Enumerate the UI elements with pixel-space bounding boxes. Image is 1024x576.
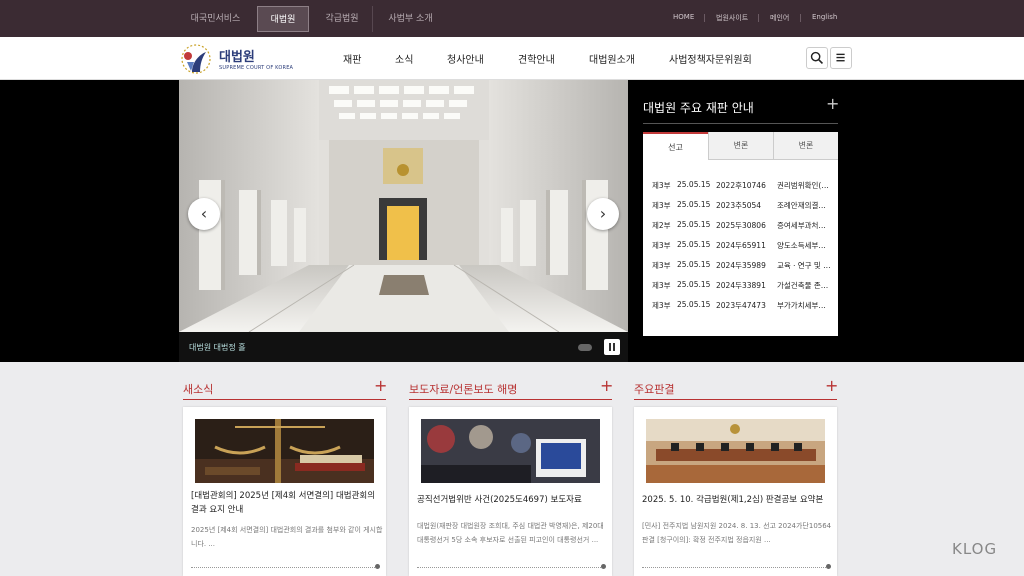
hamburger-icon: [836, 53, 845, 62]
divider: [643, 123, 838, 124]
divider: [642, 567, 830, 568]
press-heading[interactable]: 보도자료/언론보도 해명: [409, 381, 517, 397]
search-icon: [810, 51, 824, 65]
hero-photo: [179, 80, 628, 332]
slide-indicator[interactable]: [578, 344, 592, 351]
press-more-button[interactable]: +: [600, 376, 613, 395]
nav-policy-committee[interactable]: 사법정책자문위원회: [669, 51, 752, 66]
nav-trials[interactable]: 재판: [343, 51, 361, 66]
rulings-heading[interactable]: 주요판결: [634, 381, 674, 397]
court-hall-image: [179, 80, 628, 332]
divider: [409, 399, 612, 400]
divider: [704, 14, 705, 22]
courtroom-image: [646, 419, 825, 483]
home-link[interactable]: HOME: [673, 13, 694, 21]
menu-button[interactable]: [830, 47, 852, 69]
plus-icon: +: [374, 376, 388, 395]
search-button[interactable]: [806, 47, 828, 69]
nav-tour-guide[interactable]: 견학안내: [518, 51, 555, 66]
trials-more-button[interactable]: +: [826, 94, 839, 113]
nav-news[interactable]: 소식: [395, 51, 413, 66]
nav-about[interactable]: 대법원소개: [589, 51, 635, 66]
tab-supreme-court[interactable]: 대법원: [257, 6, 309, 32]
tab-judiciary-intro[interactable]: 사법부 소개: [372, 6, 448, 32]
watermark-logo: KLOG: [952, 540, 998, 558]
utility-bar: 대국민서비스 대법원 각급법원 사법부 소개 HOME 법원사이트 메인어 En…: [0, 0, 1024, 37]
logo-title[interactable]: 대법원: [219, 46, 255, 65]
tab-hearing[interactable]: 변론: [708, 132, 773, 160]
pause-icon: [609, 343, 615, 351]
tab-verdict[interactable]: 선고: [643, 132, 708, 160]
pause-button[interactable]: [604, 339, 620, 355]
nav-building-guide[interactable]: 청사안내: [447, 51, 484, 66]
press-card[interactable]: 공직선거법위반 사건(2025도4697) 보도자료 대법원(재판장 대법원장 …: [409, 407, 612, 576]
dot-icon: [826, 564, 831, 569]
dot-icon: [375, 564, 380, 569]
press-card-desc: 대법원(재판장 대법원장 조희대, 주심 대법관 박영재)은, 제20대 대통령…: [417, 522, 604, 544]
press-conference-image: [421, 419, 600, 483]
news-heading[interactable]: 새소식: [183, 381, 213, 397]
caption-bar: 대법원 대법정 홀: [179, 332, 628, 362]
scales-of-justice-image: [195, 419, 374, 483]
ruling-card-desc: [민사] 전주지법 남원지원 2024. 8. 13. 선고 2024가단105…: [642, 522, 832, 544]
tab-public-service[interactable]: 대국민서비스: [179, 6, 252, 32]
carousel-next-button[interactable]: ›: [587, 198, 619, 230]
tab-all-courts[interactable]: 각급법원: [316, 6, 368, 32]
rulings-more-button[interactable]: +: [825, 376, 838, 395]
trials-panel: 선고 변론 변론 제3부 25.05.15 2022후10746 권리범위확인(… 제…: [643, 132, 838, 336]
chevron-left-icon: ‹: [200, 204, 208, 223]
chevron-right-icon: ›: [599, 204, 607, 223]
plus-icon: +: [825, 376, 839, 395]
press-card-title[interactable]: 공직선거법위반 사건(2025도4697) 보도자료: [417, 493, 607, 507]
news-card[interactable]: [대법관회의] 2025년 [제4회 서면결의] 대법관회의 결과 요지 안내 …: [183, 407, 386, 576]
news-card-desc: 2025년 [제4회 서면결의] 대법관회의 결과를 첨부와 같이 게시합니다.…: [191, 526, 383, 548]
divider: [191, 567, 379, 568]
ruling-card[interactable]: 2025. 5. 10. 각급법원(제1,2심) 판결공보 요약본 [민사] 전…: [634, 407, 837, 576]
slide-caption: 대법원 대법정 홀: [189, 343, 246, 352]
carousel-prev-button[interactable]: ‹: [188, 198, 220, 230]
tab-argument[interactable]: 변론: [773, 132, 838, 160]
dot-icon: [601, 564, 606, 569]
news-more-button[interactable]: +: [374, 376, 387, 395]
court-emblem-icon[interactable]: [178, 42, 214, 76]
main-header: 대법원 SUPREME COURT OF KOREA 재판 소식 청사안내 견학…: [0, 37, 1024, 80]
divider: [800, 14, 801, 22]
plus-icon: +: [600, 376, 614, 395]
hero-section: ‹ › 대법원 대법정 홀 대법원 주요 재판 안내 + 선고 변론 변론 제3…: [0, 80, 1024, 362]
divider: [634, 399, 837, 400]
ruling-card-title[interactable]: 2025. 5. 10. 각급법원(제1,2심) 판결공보 요약본: [642, 493, 832, 507]
logo-subtitle: SUPREME COURT OF KOREA: [219, 65, 294, 71]
english-link[interactable]: English: [812, 13, 837, 21]
plus-icon: +: [826, 94, 840, 113]
trials-title: 대법원 주요 재판 안내: [643, 101, 754, 115]
news-card-title[interactable]: [대법관회의] 2025년 [제4회 서면결의] 대법관회의 결과 요지 안내: [191, 489, 381, 517]
divider: [183, 399, 386, 400]
divider: [758, 14, 759, 22]
court-sites-link[interactable]: 법원사이트: [716, 13, 748, 23]
language-link[interactable]: 메인어: [770, 13, 789, 23]
divider: [417, 567, 605, 568]
